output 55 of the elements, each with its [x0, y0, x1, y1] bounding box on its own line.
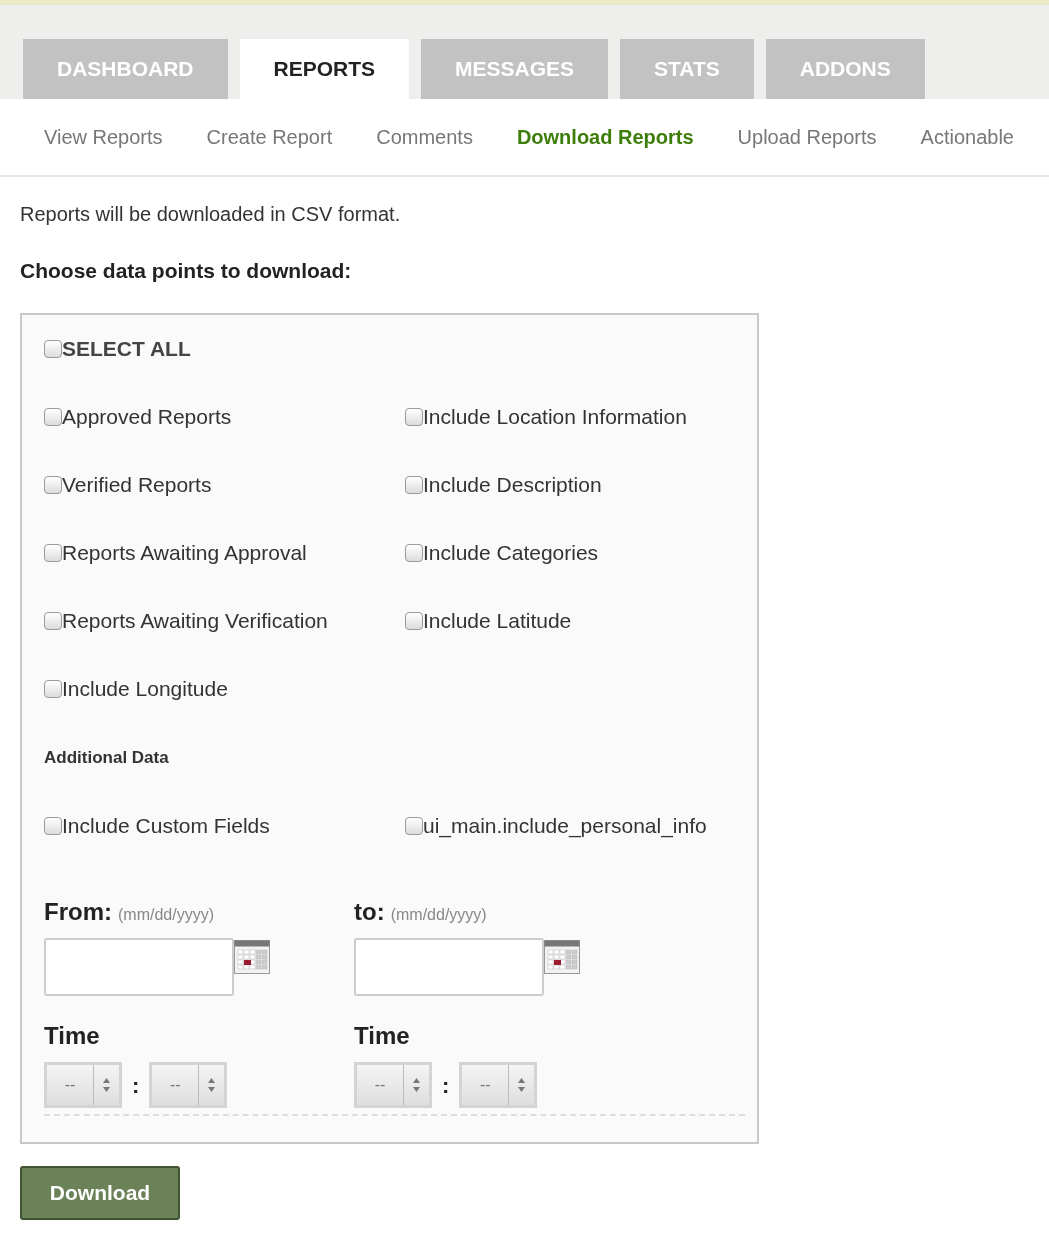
checkbox[interactable]	[44, 407, 62, 426]
subnav-link[interactable]: Comments	[376, 122, 473, 152]
checkbox-label: Reports Awaiting Approval	[62, 539, 307, 566]
checkbox[interactable]	[44, 817, 62, 835]
checkbox[interactable]	[405, 543, 423, 562]
checkbox-label: Approved Reports	[62, 403, 232, 430]
checkbox-label: Include Categories	[423, 539, 599, 566]
checkbox[interactable]	[44, 543, 62, 562]
checkbox-label: ui_main.include_personal_info	[423, 813, 707, 840]
checkbox-label: SELECT ALL	[62, 335, 191, 362]
checkbox[interactable]	[405, 611, 423, 630]
time-separator: :	[442, 1071, 450, 1100]
stepper-arrows-icon	[517, 1077, 527, 1093]
checkbox[interactable]	[44, 611, 62, 630]
date-label: to:	[354, 897, 385, 927]
checkbox-label: Include Longitude	[62, 675, 228, 702]
subnav-link[interactable]: Download Reports	[516, 122, 694, 152]
subnav-link[interactable]: Actionable	[920, 122, 1014, 152]
checkbox-label: Reports Awaiting Verification	[62, 607, 328, 634]
intro-text: Reports will be downloaded in CSV format.	[20, 202, 402, 227]
stepper-arrows-icon	[207, 1077, 217, 1093]
stepper-arrows-icon	[102, 1077, 111, 1093]
time-label: Time	[44, 1021, 101, 1051]
checkbox[interactable]	[405, 407, 423, 426]
time-select[interactable]: --	[354, 1062, 432, 1108]
checkbox-label: Include Location Information	[423, 403, 687, 430]
checkbox[interactable]	[405, 475, 423, 494]
checkbox[interactable]	[44, 679, 62, 698]
date-field[interactable]	[354, 938, 544, 996]
date-label: From:	[44, 897, 112, 927]
checkbox-label: Verified Reports	[62, 471, 212, 498]
checkbox[interactable]	[44, 475, 62, 494]
subnav-link[interactable]: View Reports	[44, 122, 163, 152]
stepper-arrows-icon	[412, 1077, 421, 1093]
time-select[interactable]: --	[149, 1062, 228, 1108]
subnav-link[interactable]: Create Report	[206, 122, 333, 152]
checkbox[interactable]	[405, 817, 423, 835]
time-select[interactable]: --	[44, 1062, 122, 1108]
subsection-heading: Additional Data	[44, 746, 170, 769]
time-select[interactable]: --	[459, 1062, 538, 1108]
checkbox[interactable]	[44, 339, 62, 358]
checkbox-label: Include Description	[423, 471, 602, 498]
nav-tab[interactable]: REPORTS	[239, 39, 409, 99]
subnav-link[interactable]: Upload Reports	[737, 122, 877, 152]
date-format-hint: (mm/dd/yyyy)	[390, 905, 487, 925]
calendar-icon[interactable]	[234, 940, 270, 974]
download-button[interactable]: Download	[20, 1165, 180, 1220]
section-heading: Choose data points to download:	[20, 258, 353, 284]
calendar-icon[interactable]	[544, 940, 580, 974]
date-format-hint: (mm/dd/yyyy)	[118, 905, 214, 925]
time-separator: :	[132, 1071, 140, 1100]
time-label: Time	[354, 1021, 411, 1051]
date-field[interactable]	[44, 938, 234, 996]
checkbox-label: Include Custom Fields	[62, 813, 270, 840]
checkbox-label: Include Latitude	[423, 607, 572, 634]
